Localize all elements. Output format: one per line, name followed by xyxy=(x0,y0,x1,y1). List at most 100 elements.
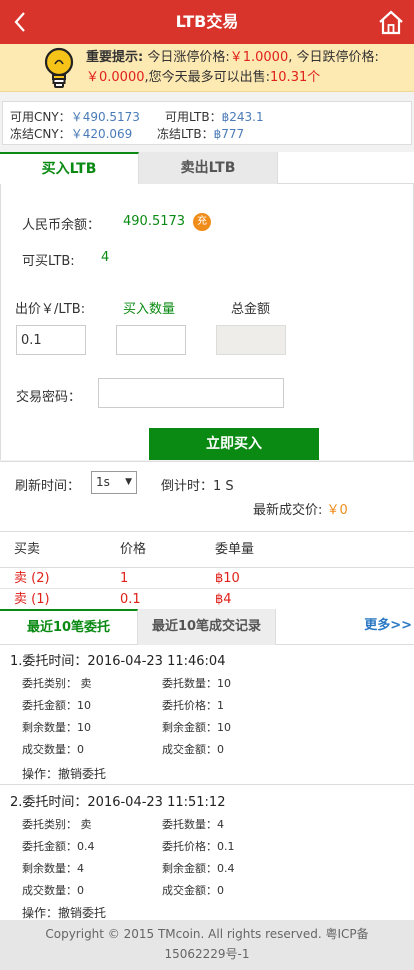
order-qty: 委托数量：10 xyxy=(162,677,231,690)
cancel-order-link[interactable]: 撤销委托 xyxy=(58,906,106,920)
countdown-value: 1 S xyxy=(213,479,234,494)
total-amount-field xyxy=(216,325,286,355)
row-amount: ฿10 xyxy=(215,571,240,586)
order-deal-qty: 成交数量：0 xyxy=(22,743,84,756)
row-price: 0.1 xyxy=(120,592,141,607)
page-title: LTB交易 xyxy=(175,12,239,31)
order-time: 1.委托时间：2016-04-23 11:46:04 xyxy=(10,654,226,669)
refresh-interval-select[interactable]: 1s ▼ xyxy=(91,471,137,494)
cny-available-label: 可用CNY： xyxy=(10,110,71,124)
order-price: 委托价格：1 xyxy=(162,699,224,712)
countdown: 倒计时：1 S xyxy=(161,475,234,494)
ltb-frozen-label: 冻结LTB： xyxy=(157,127,214,141)
more-link[interactable]: 更多>> xyxy=(364,609,412,643)
dropdown-arrow-icon: ▼ xyxy=(125,477,132,487)
total-label: 总金额 xyxy=(231,302,271,317)
row-side: 卖 (1) xyxy=(14,592,50,607)
cny-available-value: ￥490.5173 xyxy=(70,110,140,124)
cny-frozen-label: 冻结CNY： xyxy=(10,127,71,141)
order-operation: 操作：撤销委托 xyxy=(22,904,106,920)
row-side: 卖 (2) xyxy=(14,571,50,586)
home-icon[interactable] xyxy=(376,7,406,37)
recharge-button[interactable]: 充 xyxy=(193,213,211,231)
cny-balance-value: 490.5173 xyxy=(123,214,186,229)
order-remain-qty: 剩余数量：10 xyxy=(22,721,91,734)
cny-frozen: 冻结CNY：￥420.069 xyxy=(10,125,132,142)
notice-text: 重要提示: 今日涨停价格:￥1.0000, 今日跌停价格: ￥0.0000,您今… xyxy=(86,48,410,88)
max-sell-text: ,您今天最多可以出售: xyxy=(144,70,271,85)
list-item: 2.委托时间：2016-04-23 11:51:12 委托类别： 卖 委托数量：… xyxy=(0,786,414,920)
can-buy-value: 4 xyxy=(101,250,110,265)
order-remain-amount: 剩余金额：10 xyxy=(162,721,231,734)
refresh-panel: 刷新时间： 1s ▼ 倒计时：1 S 最新成交价: ￥0 xyxy=(0,461,414,531)
limit-down-text: , 今日跌停价格: xyxy=(288,50,379,65)
operation-label: 操作： xyxy=(22,767,59,781)
table-header: 买卖 价格 委单量 xyxy=(0,532,414,568)
order-deal-qty: 成交数量：0 xyxy=(22,884,84,897)
ltb-available-value: ฿243.1 xyxy=(221,110,264,124)
order-deal-amount: 成交金额：0 xyxy=(162,743,224,756)
cny-available: 可用CNY：￥490.5173 xyxy=(10,108,140,125)
tab-recent-orders[interactable]: 最近10笔委托 xyxy=(0,609,138,645)
order-remain-amount: 剩余金额：0.4 xyxy=(162,862,235,875)
tab-recent-trades[interactable]: 最近10笔成交记录 xyxy=(138,609,276,645)
table-row: 卖 (2) 1 ฿10 xyxy=(0,568,414,589)
row-price: 1 xyxy=(120,571,129,586)
price-input[interactable] xyxy=(16,325,86,355)
buy-form: 人民币余额： 490.5173 充 可买LTB: 4 出价￥/LTB: 买入数量… xyxy=(0,184,414,460)
trade-password-input[interactable] xyxy=(98,378,284,408)
notice-label: 重要提示: xyxy=(86,50,144,65)
ltb-available-label: 可用LTB： xyxy=(165,110,222,124)
buy-now-button[interactable]: 立即买入 xyxy=(149,428,319,460)
order-qty: 委托数量：4 xyxy=(162,818,224,831)
quantity-input[interactable] xyxy=(116,325,186,355)
trade-tabs: 买入LTB 卖出LTB xyxy=(0,152,414,184)
order-amount: 委托金额：0.4 xyxy=(22,840,95,853)
limit-down-value: ￥0.0000 xyxy=(86,70,145,85)
order-type: 委托类别： 卖 xyxy=(22,677,92,690)
order-book-table: 买卖 价格 委单量 卖 (2) 1 ฿10 卖 (1) 0.1 ฿4 xyxy=(0,531,414,610)
order-operation: 操作：撤销委托 xyxy=(22,765,106,782)
top-bar: LTB交易 xyxy=(0,0,414,44)
tab-buy-ltb[interactable]: 买入LTB xyxy=(0,152,139,184)
limit-up-text: 今日涨停价格: xyxy=(147,50,230,65)
can-buy-label: 可买LTB: xyxy=(22,254,75,269)
cny-balance-label: 人民币余额： xyxy=(22,218,101,233)
last-price-label: 最新成交价: xyxy=(253,503,323,518)
cancel-order-link[interactable]: 撤销委托 xyxy=(58,767,106,781)
last-price: 最新成交价: ￥0 xyxy=(253,499,348,518)
col-amount: 委单量 xyxy=(215,542,255,557)
order-deal-amount: 成交金额：0 xyxy=(162,884,224,897)
order-list: 1.委托时间：2016-04-23 11:46:04 委托类别： 卖 委托数量：… xyxy=(0,645,414,920)
col-price: 价格 xyxy=(120,542,147,557)
order-time: 2.委托时间：2016-04-23 11:51:12 xyxy=(10,795,226,810)
operation-label: 操作： xyxy=(22,906,59,920)
ltb-frozen-value: ฿777 xyxy=(213,127,245,141)
limit-up-value: ￥1.0000 xyxy=(229,50,289,65)
last-price-value: ￥0 xyxy=(326,503,348,518)
quantity-label: 买入数量 xyxy=(123,302,176,317)
row-amount: ฿4 xyxy=(215,592,232,607)
tab-sell-ltb[interactable]: 卖出LTB xyxy=(139,152,278,184)
order-remain-qty: 剩余数量：4 xyxy=(22,862,84,875)
refresh-label: 刷新时间： xyxy=(15,479,81,494)
price-label: 出价￥/LTB: xyxy=(15,302,86,317)
countdown-label: 倒计时： xyxy=(161,479,214,494)
notice-banner: 重要提示: 今日涨停价格:￥1.0000, 今日跌停价格: ￥0.0000,您今… xyxy=(0,44,414,92)
footer: Copyright © 2015 TMcoin. All rights rese… xyxy=(0,920,414,970)
table-row: 卖 (1) 0.1 ฿4 xyxy=(0,589,414,610)
max-sell-value: 10.31个 xyxy=(270,70,321,85)
lightbulb-icon xyxy=(44,47,74,88)
cny-frozen-value: ￥420.069 xyxy=(70,127,133,141)
order-amount: 委托金额：10 xyxy=(22,699,91,712)
order-price: 委托价格：0.1 xyxy=(162,840,235,853)
copyright-line1: Copyright © 2015 TMcoin. All rights rese… xyxy=(45,927,369,941)
ltb-available: 可用LTB：฿243.1 xyxy=(165,108,264,125)
balance-panel: 可用CNY：￥490.5173 可用LTB：฿243.1 冻结CNY：￥420.… xyxy=(2,101,412,145)
order-type: 委托类别： 卖 xyxy=(22,818,92,831)
list-item: 1.委托时间：2016-04-23 11:46:04 委托类别： 卖 委托数量：… xyxy=(0,645,414,785)
copyright-line2: 15062229号-1 xyxy=(164,947,250,961)
refresh-interval-value: 1s xyxy=(96,475,110,489)
ltb-frozen: 冻结LTB：฿777 xyxy=(157,125,244,142)
password-label: 交易密码： xyxy=(16,390,82,405)
